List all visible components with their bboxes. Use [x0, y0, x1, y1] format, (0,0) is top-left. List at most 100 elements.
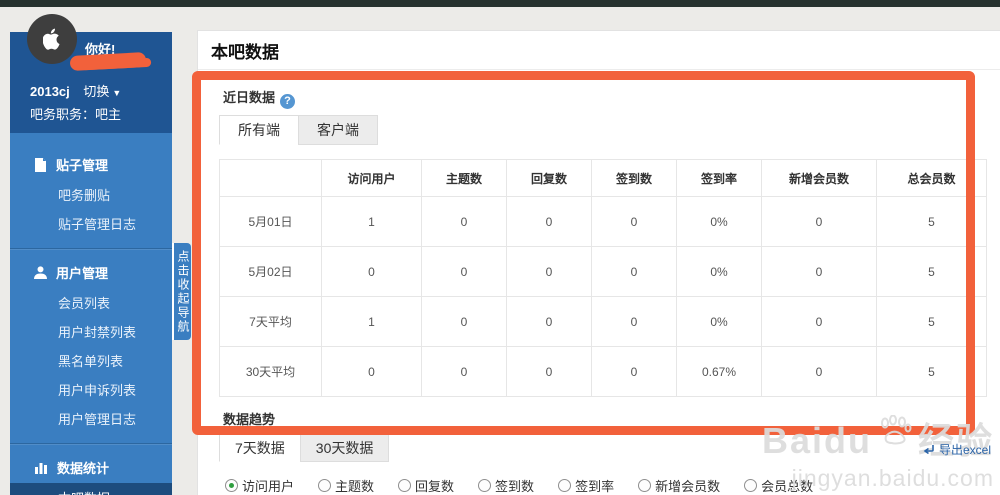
sidebar-item-member-list[interactable]: 会员列表	[10, 288, 172, 317]
radio-dot[interactable]	[558, 479, 571, 492]
radio-visitors[interactable]: 访问用户	[225, 476, 294, 495]
radio-dot[interactable]	[398, 479, 411, 492]
col-new-members: 新增会员数	[762, 160, 877, 197]
section-header: 数据统计	[10, 450, 172, 483]
tab-app-client[interactable]: 客户端	[298, 115, 378, 145]
sidebar-item-ban-list[interactable]: 用户封禁列表	[10, 317, 172, 346]
export-arrow-icon	[922, 444, 935, 456]
cell: 1	[322, 297, 422, 347]
cell: 0	[762, 197, 877, 247]
switch-account-link[interactable]: 切换	[83, 84, 109, 99]
sidebar: 你好! 2013cj 切换▼ 吧务职务：吧主 贴子管理 吧务删贴 贴子管理日志 …	[10, 32, 172, 495]
tab-all-clients[interactable]: 所有端	[219, 115, 299, 145]
recent-data-heading: 近日数据?	[223, 87, 295, 109]
cell: 0	[762, 297, 877, 347]
radio-dot[interactable]	[478, 479, 491, 492]
row-label: 30天平均	[220, 347, 322, 397]
account-row: 2013cj 切换▼	[30, 81, 121, 100]
top-dark-bar	[0, 0, 1000, 7]
cell: 0	[507, 347, 592, 397]
sidebar-item-user-log[interactable]: 用户管理日志	[10, 404, 172, 433]
main-content-panel: 本吧数据 近日数据? 所有端 客户端 访问用户 主题数 回复数 签到数 签到率 …	[197, 30, 1000, 495]
sidebar-item-post-log[interactable]: 贴子管理日志	[10, 209, 172, 238]
cell: 0	[507, 297, 592, 347]
cell: 0.67%	[677, 347, 762, 397]
col-signins: 签到数	[592, 160, 677, 197]
metric-radio-group: 访问用户 主题数 回复数 签到数 签到率 新增会员数 会员总数	[225, 476, 813, 495]
watermark-brand: Baidu	[762, 423, 872, 459]
trend-tabs: 7天数据 30天数据	[219, 434, 388, 462]
tab-30day[interactable]: 30天数据	[300, 434, 390, 462]
sidebar-menu: 贴子管理 吧务删贴 贴子管理日志 用户管理 会员列表 用户封禁列表 黑名单列表 …	[10, 133, 172, 495]
row-label: 7天平均	[220, 297, 322, 347]
row-label: 5月02日	[220, 247, 322, 297]
cell: 0	[592, 197, 677, 247]
sidebar-user-panel: 你好! 2013cj 切换▼ 吧务职务：吧主	[10, 32, 172, 133]
cell: 0%	[677, 247, 762, 297]
col-signin-rate: 签到率	[677, 160, 762, 197]
help-icon[interactable]: ?	[280, 94, 295, 109]
cell: 0	[322, 347, 422, 397]
section-header: 贴子管理	[10, 147, 172, 180]
section-user-management: 用户管理 会员列表 用户封禁列表 黑名单列表 用户申诉列表 用户管理日志	[10, 248, 172, 443]
export-excel-link[interactable]: 导出excel	[922, 441, 991, 458]
stats-icon	[34, 461, 48, 474]
sidebar-item-forum-data[interactable]: 本吧数据	[10, 483, 172, 495]
account-name: 2013cj	[30, 84, 70, 99]
cell: 0	[762, 347, 877, 397]
radio-dot[interactable]	[638, 479, 651, 492]
apple-logo-icon	[43, 28, 61, 50]
section-header: 用户管理	[10, 255, 172, 288]
table-row: 7天平均 1 0 0 0 0% 0 5	[220, 297, 987, 347]
cell: 0%	[677, 297, 762, 347]
cell: 0	[762, 247, 877, 297]
cell: 1	[322, 197, 422, 247]
avatar[interactable]	[27, 14, 77, 64]
cell: 0	[507, 197, 592, 247]
client-tabs: 所有端 客户端	[219, 115, 377, 145]
table-row: 5月02日 0 0 0 0 0% 0 5	[220, 247, 987, 297]
cell: 0	[507, 247, 592, 297]
recent-data-label: 近日数据	[223, 90, 275, 105]
cell: 0	[592, 247, 677, 297]
radio-topics[interactable]: 主题数	[318, 476, 374, 495]
radio-signins[interactable]: 签到数	[478, 476, 534, 495]
cell: 5	[877, 197, 987, 247]
paw-icon	[878, 415, 912, 445]
sidebar-item-appeal-list[interactable]: 用户申诉列表	[10, 375, 172, 404]
user-icon	[34, 266, 47, 279]
cell: 0	[422, 347, 507, 397]
col-visitors: 访问用户	[322, 160, 422, 197]
sidebar-item-blacklist[interactable]: 黑名单列表	[10, 346, 172, 375]
table-row: 5月01日 1 0 0 0 0% 0 5	[220, 197, 987, 247]
radio-dot[interactable]	[225, 479, 238, 492]
collapse-nav-tab[interactable]: 点击收起导航	[172, 243, 191, 340]
radio-new-members[interactable]: 新增会员数	[638, 476, 720, 495]
radio-total-members[interactable]: 会员总数	[744, 476, 813, 495]
cell: 0	[592, 297, 677, 347]
col-topics: 主题数	[422, 160, 507, 197]
radio-dot[interactable]	[744, 479, 757, 492]
row-label: 5月01日	[220, 197, 322, 247]
cell: 0	[422, 297, 507, 347]
role-label: 吧务职务：吧主	[30, 104, 121, 123]
radio-signin-rate[interactable]: 签到率	[558, 476, 614, 495]
tab-7day[interactable]: 7天数据	[219, 434, 301, 462]
radio-dot[interactable]	[318, 479, 331, 492]
username-redaction	[70, 52, 147, 71]
col-total-members: 总会员数	[877, 160, 987, 197]
radio-replies[interactable]: 回复数	[398, 476, 454, 495]
cell: 5	[877, 347, 987, 397]
col-blank	[220, 160, 322, 197]
col-replies: 回复数	[507, 160, 592, 197]
trend-heading: 数据趋势	[223, 409, 275, 428]
stats-table: 访问用户 主题数 回复数 签到数 签到率 新增会员数 总会员数 5月01日 1 …	[219, 159, 987, 397]
cell: 5	[877, 247, 987, 297]
table-row: 30天平均 0 0 0 0 0.67% 0 5	[220, 347, 987, 397]
sidebar-item-bawu-delete[interactable]: 吧务删贴	[10, 180, 172, 209]
chevron-down-icon: ▼	[112, 88, 121, 98]
posts-icon	[34, 158, 47, 172]
section-post-management: 贴子管理 吧务删贴 贴子管理日志	[10, 141, 172, 248]
cell: 5	[877, 297, 987, 347]
cell: 0	[322, 247, 422, 297]
